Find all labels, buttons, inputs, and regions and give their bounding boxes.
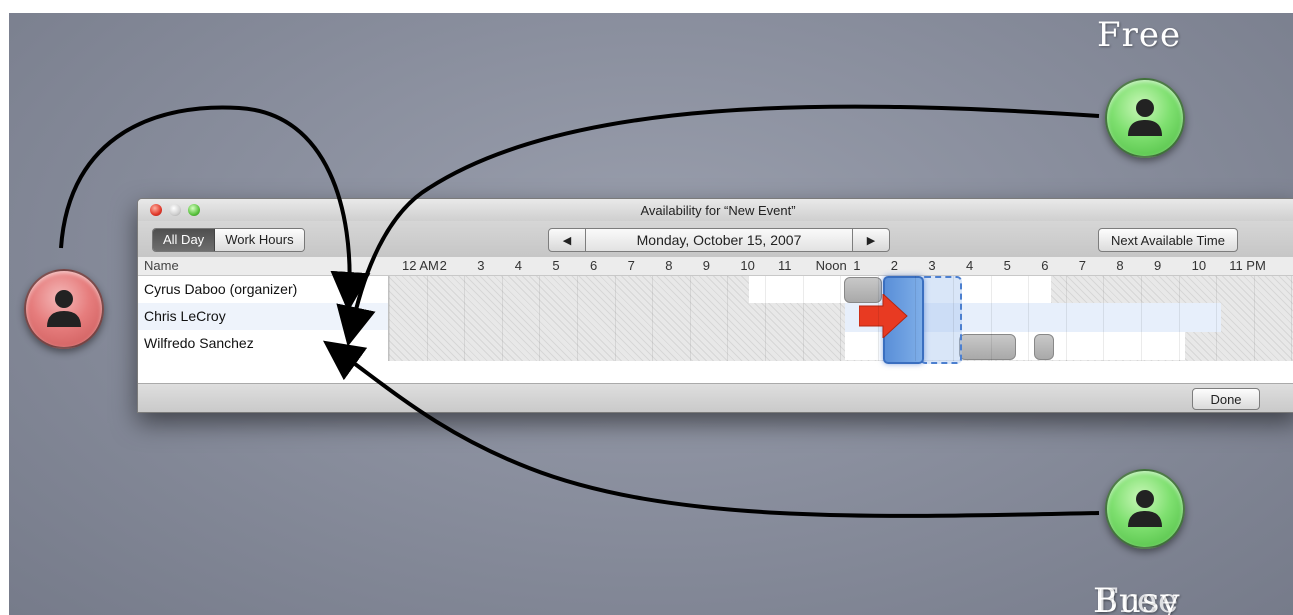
connector-arrows [59, 104, 1100, 518]
presentation-background: Free Busy Free Availability for “New Eve… [9, 13, 1293, 615]
